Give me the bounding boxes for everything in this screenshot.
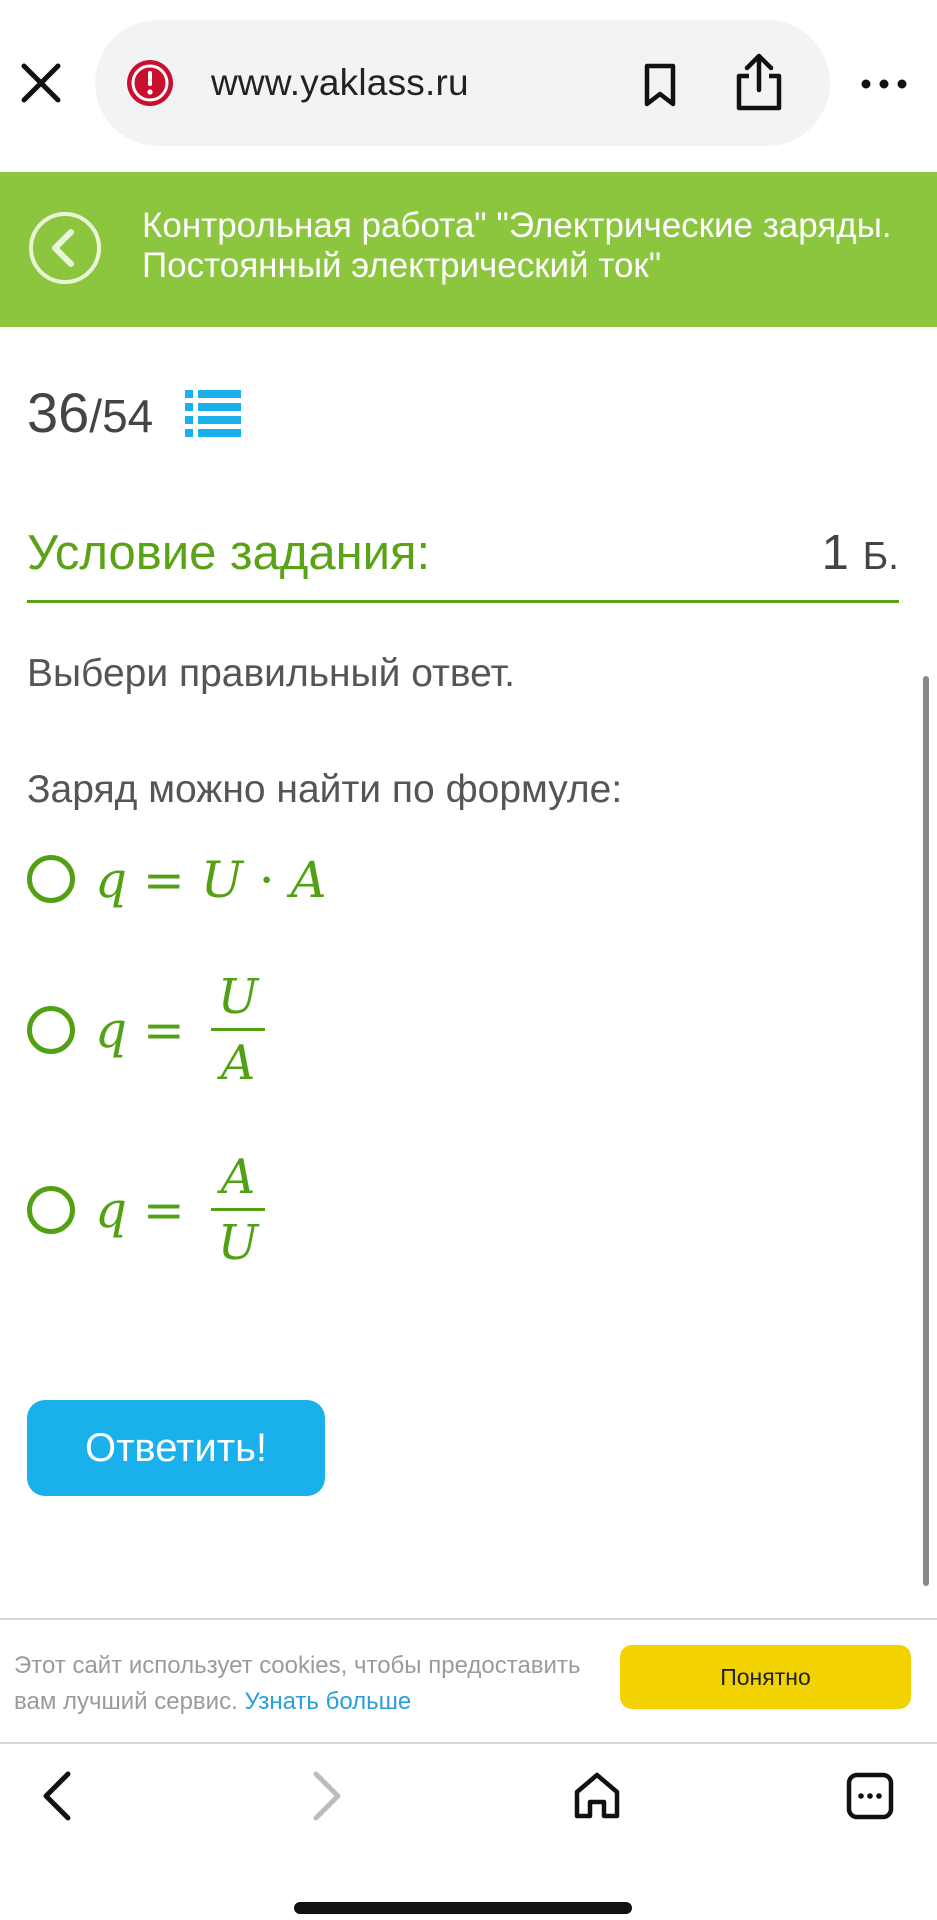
answer-option-3[interactable]: q = A U: [27, 1145, 427, 1275]
task-progress: 36 /54: [27, 380, 153, 450]
header-title-line-1: Контрольная работа" "Электрические заряд…: [142, 206, 892, 245]
formula-lhs: q =: [95, 1181, 185, 1239]
list-icon[interactable]: [185, 388, 241, 438]
nav-back-icon[interactable]: [36, 1768, 76, 1824]
learn-more-link[interactable]: Узнать больше: [244, 1688, 411, 1715]
header-title-line-2: Постоянный электрический ток": [142, 246, 662, 285]
close-icon[interactable]: [14, 56, 68, 110]
back-circle-icon[interactable]: [27, 210, 103, 286]
fraction-bar: [211, 1028, 265, 1031]
points-unit: Б.: [862, 535, 899, 578]
home-icon[interactable]: [572, 1770, 622, 1822]
current-task-number: 36: [27, 381, 90, 444]
fraction-numerator: U: [217, 969, 259, 1025]
nav-forward-icon[interactable]: [308, 1768, 348, 1824]
cookie-text: Этот сайт использует cookies, чтобы пред…: [14, 1648, 614, 1720]
cookie-accept-button[interactable]: Понятно: [620, 1645, 911, 1709]
header-title: Контрольная работа" "Электрические заряд…: [142, 206, 922, 286]
condition-title: Условие задания:: [27, 526, 431, 580]
condition-divider: [27, 600, 899, 603]
cookie-banner: Этот сайт использует cookies, чтобы пред…: [0, 1618, 937, 1744]
formula-term-b: A: [290, 851, 327, 909]
submit-answer-button[interactable]: Ответить!: [27, 1400, 325, 1496]
tabs-icon[interactable]: [846, 1772, 894, 1820]
points-value: 1: [821, 526, 849, 580]
bookmark-icon[interactable]: [635, 60, 685, 110]
fraction: A U: [209, 1145, 267, 1275]
formula-term-a: U: [200, 851, 243, 909]
formula-operator: ·: [242, 851, 291, 909]
formula: q = U · A: [95, 845, 327, 915]
radio-button[interactable]: [27, 1006, 75, 1054]
scrollbar[interactable]: [923, 676, 929, 1586]
radio-button[interactable]: [27, 1186, 75, 1234]
more-icon[interactable]: [858, 62, 910, 106]
lesson-header: Контрольная работа" "Электрические заряд…: [0, 172, 937, 327]
share-icon[interactable]: [731, 50, 787, 114]
formula-lhs: q =: [95, 1001, 185, 1059]
fraction-denominator: A: [220, 1035, 256, 1091]
instruction-text: Выбери правильный ответ.: [27, 652, 515, 695]
radio-button[interactable]: [27, 855, 75, 903]
fraction-bar: [211, 1208, 265, 1211]
fraction-numerator: A: [220, 1149, 256, 1205]
answer-option-1[interactable]: q = U · A: [27, 845, 427, 915]
fraction: U A: [209, 965, 267, 1095]
browser-bar: www.yaklass.ru: [0, 0, 937, 172]
total-tasks: /54: [89, 390, 154, 442]
formula-lhs: q =: [95, 851, 201, 909]
page: www.yaklass.ru Контрольная работа" "Элек…: [0, 0, 937, 1920]
answer-option-2[interactable]: q = U A: [27, 965, 427, 1095]
browser-bottom-nav: [0, 1746, 937, 1920]
fraction-denominator: U: [217, 1215, 259, 1271]
warning-icon[interactable]: [125, 58, 175, 108]
address-bar[interactable]: www.yaklass.ru: [95, 20, 830, 146]
home-indicator: [294, 1902, 632, 1914]
url-text[interactable]: www.yaklass.ru: [211, 58, 469, 108]
task-points: 1 Б.: [822, 525, 899, 581]
question-text: Заряд можно найти по формуле:: [27, 768, 623, 811]
